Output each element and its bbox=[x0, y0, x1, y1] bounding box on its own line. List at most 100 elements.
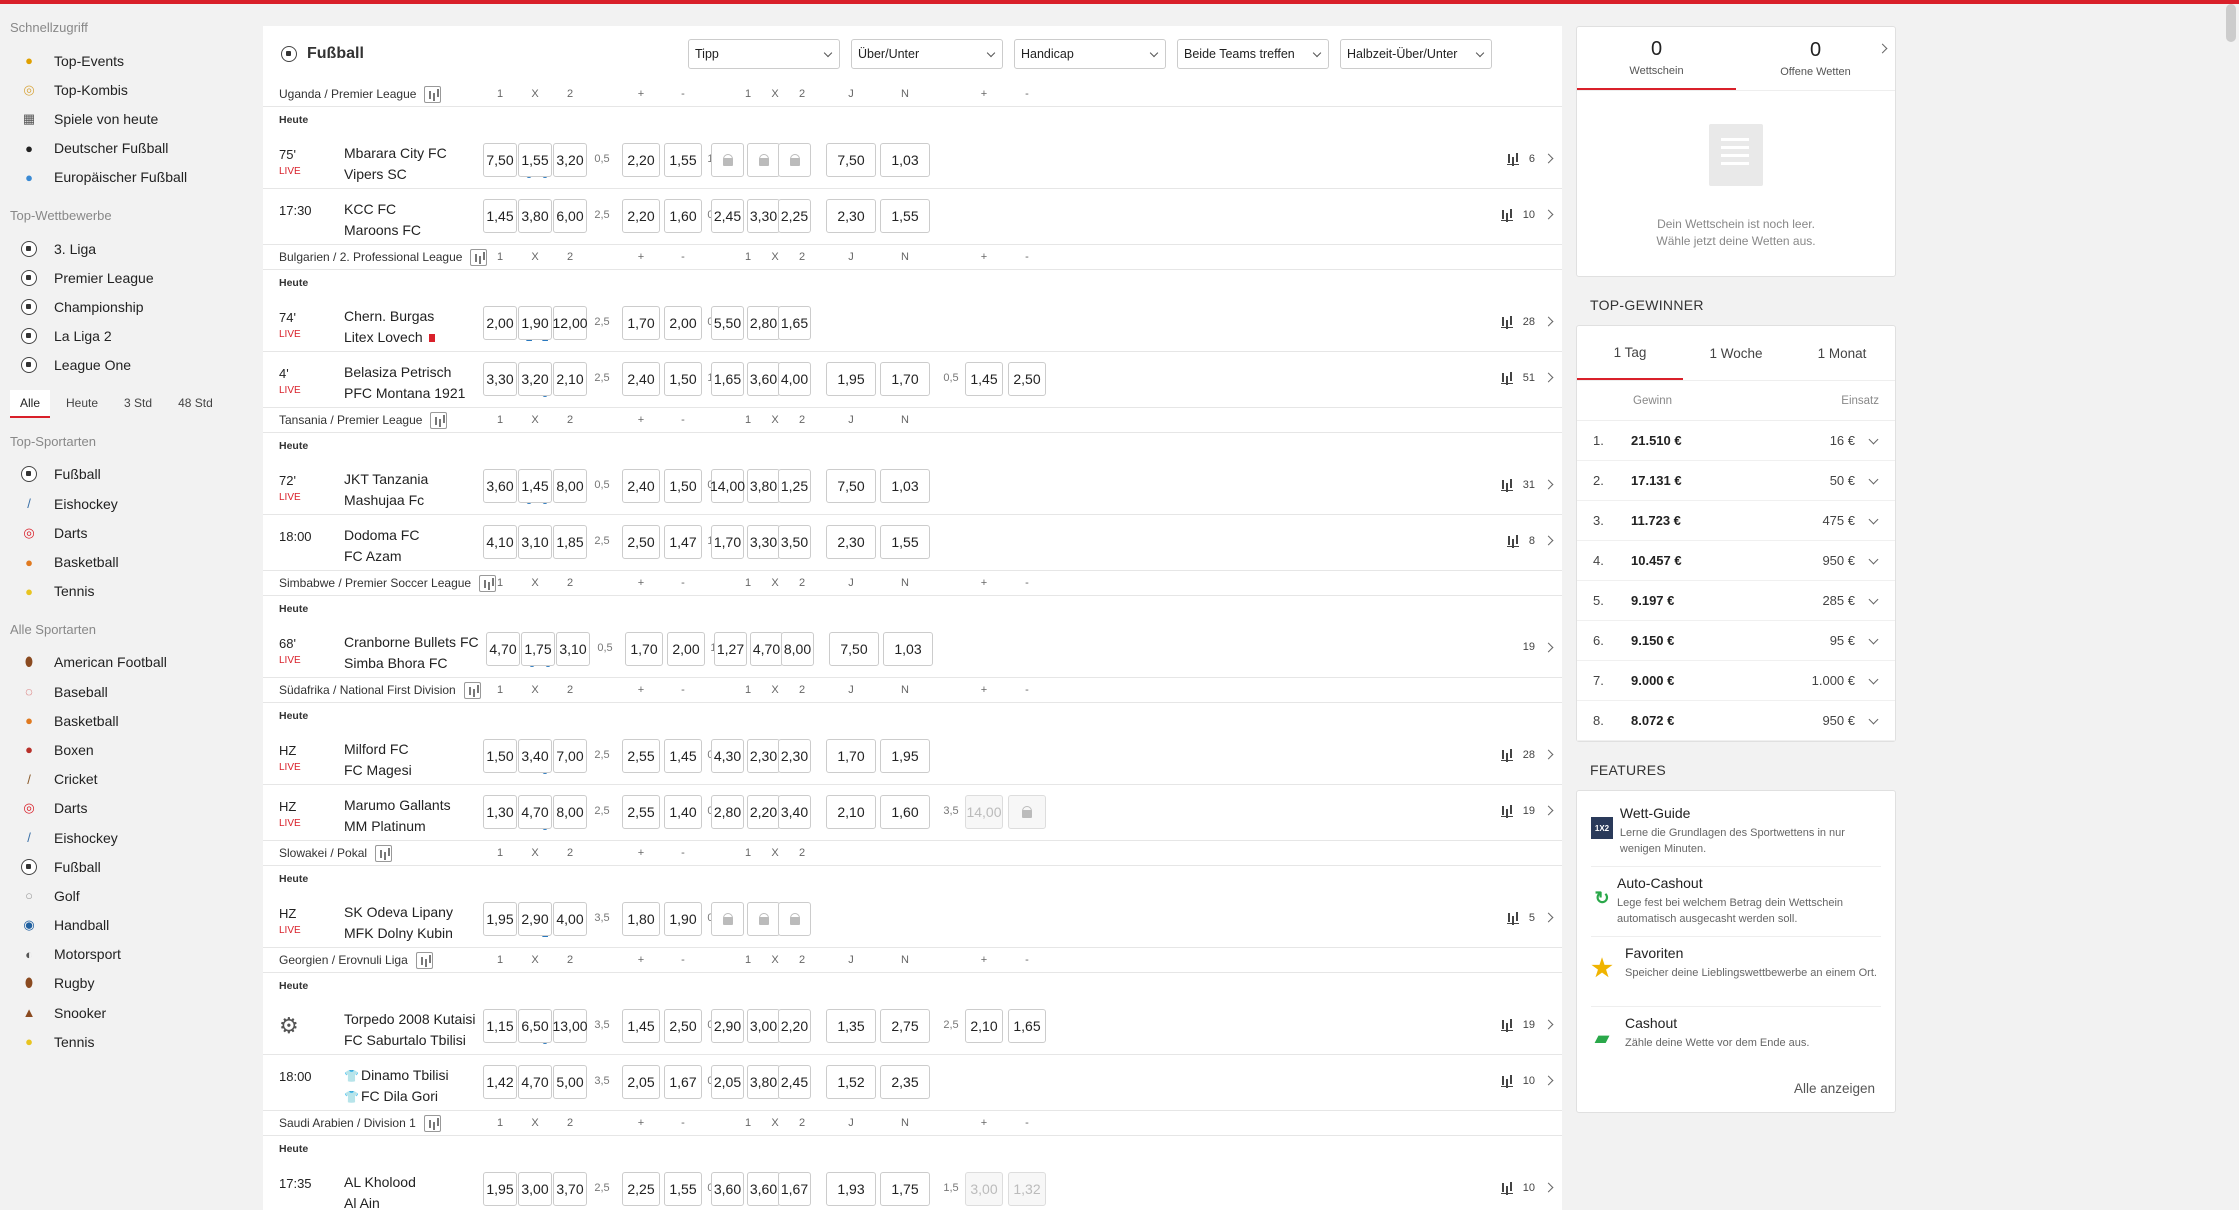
odd-button-ht-over-under[interactable]: 1,65 bbox=[1008, 1009, 1046, 1043]
odd-button-tipp[interactable]: 3,80 bbox=[518, 199, 552, 233]
top-winner-row[interactable]: 5. 9.197 € 285 € bbox=[1577, 581, 1895, 621]
odd-button-btts[interactable]: 1,60 bbox=[880, 795, 930, 829]
odd-button-tipp[interactable]: 6,00 bbox=[553, 199, 587, 233]
odd-button-handicap[interactable]: 2,90 bbox=[711, 1009, 744, 1043]
match-row[interactable]: 17:30 KCC FC Maroons FC 1,45 3,80 6,00 2,5 2,20… bbox=[263, 189, 1562, 245]
statistics-icon[interactable] bbox=[375, 844, 393, 862]
odd-button-handicap[interactable]: 4,00 bbox=[778, 362, 811, 396]
odd-button-over-under[interactable]: 1,50 bbox=[664, 469, 702, 503]
home-team[interactable]: 👕 Dinamo Tbilisi bbox=[344, 1067, 449, 1083]
odd-button-btts[interactable]: 1,03 bbox=[880, 143, 930, 177]
match-row[interactable]: HZLIVESK Odeva LipanyMFK Dolny Kubin111,… bbox=[263, 892, 1562, 948]
more-markets-button[interactable]: 51 bbox=[1500, 371, 1554, 384]
odd-button-over-under[interactable]: 2,00 bbox=[664, 306, 702, 340]
more-markets-button[interactable]: 19 bbox=[1523, 641, 1554, 653]
home-team[interactable]: SK Odeva Lipany bbox=[344, 904, 453, 920]
home-team[interactable]: Marumo Gallants bbox=[344, 797, 451, 813]
match-row[interactable]: 75'LIVEMbarara City FCVipers SC00007,501… bbox=[263, 133, 1562, 189]
sidebar-item-quick[interactable]: ● Top-Events bbox=[10, 46, 240, 75]
odd-button-btts[interactable]: 7,50 bbox=[826, 469, 876, 503]
league-header[interactable]: Südafrika / National First Division 1 X 2 + -… bbox=[263, 678, 1562, 703]
odd-button-tipp[interactable]: 12,00 bbox=[552, 306, 588, 340]
more-markets-button[interactable]: 31 bbox=[1500, 478, 1554, 491]
sidebar-item-quick[interactable]: ◎ Top-Kombis bbox=[10, 75, 240, 104]
odd-button-over-under[interactable]: 2,25 bbox=[622, 1172, 660, 1206]
odd-button-tipp[interactable]: 1,45 bbox=[518, 469, 552, 503]
statistics-icon[interactable] bbox=[430, 411, 448, 429]
odd-button-handicap[interactable]: 2,20 bbox=[778, 1009, 811, 1043]
odd-button-tipp[interactable]: 2,90 bbox=[518, 902, 552, 936]
odd-button-tipp[interactable]: 3,70 bbox=[553, 1172, 587, 1206]
league-header[interactable]: Slowakei / Pokal 1 X 2 + - 1 X 2 bbox=[263, 841, 1562, 866]
match-row[interactable]: 18:00 Dodoma FC FC Azam 4,10 3,10 1,85 2,5 2,50… bbox=[263, 515, 1562, 571]
top-winner-row[interactable]: 3. 11.723 € 475 € bbox=[1577, 501, 1895, 541]
odd-button-over-under[interactable]: 1,80 bbox=[622, 902, 660, 936]
odd-button-tipp[interactable]: 4,70 bbox=[486, 632, 520, 666]
odd-button-handicap[interactable]: 1,67 bbox=[778, 1172, 811, 1206]
odd-button-tipp[interactable]: 7,00 bbox=[553, 739, 587, 773]
odd-button-tipp[interactable]: 3,00 bbox=[518, 1172, 552, 1206]
odd-button-tipp[interactable]: 4,70 bbox=[518, 795, 552, 829]
odd-button-over-under[interactable]: 2,20 bbox=[622, 143, 660, 177]
odd-button-tipp[interactable]: 7,50 bbox=[483, 143, 517, 177]
match-row[interactable]: 74'LIVEChern. BurgasLitex Lovech11112,00… bbox=[263, 296, 1562, 352]
odd-button-over-under[interactable]: 1,90 bbox=[664, 902, 702, 936]
odd-button-handicap[interactable]: 2,80 bbox=[747, 306, 780, 340]
filter-tab[interactable]: 3 Std bbox=[114, 390, 162, 418]
away-team[interactable]: Mashujaa Fc bbox=[344, 492, 424, 508]
odd-button-handicap[interactable]: 1,27 bbox=[714, 632, 747, 666]
more-markets-button[interactable]: 19 bbox=[1500, 804, 1554, 817]
away-team[interactable]: Simba Bhora FC bbox=[344, 655, 447, 671]
odd-button-over-under[interactable]: 2,55 bbox=[622, 739, 660, 773]
odd-button-tipp[interactable]: 1,42 bbox=[483, 1065, 517, 1099]
more-markets-button[interactable]: 10 bbox=[1500, 1181, 1554, 1194]
odd-button-tipp[interactable]: 1,45 bbox=[483, 199, 517, 233]
filter-tab[interactable]: Alle bbox=[10, 389, 51, 418]
home-team[interactable]: Torpedo 2008 Kutaisi bbox=[344, 1011, 476, 1027]
home-team[interactable]: Belasiza Petrisch bbox=[344, 364, 451, 380]
odd-button-handicap[interactable]: 14,00 bbox=[710, 469, 745, 503]
odd-button-tipp[interactable]: 1,95 bbox=[483, 1172, 517, 1206]
home-team[interactable]: Dodoma FC bbox=[344, 527, 419, 543]
odd-button-tipp[interactable]: 2,00 bbox=[483, 306, 517, 340]
league-header[interactable]: Saudi Arabien / Division 1 1 X 2 + - 1 X 2 J N + - bbox=[263, 1111, 1562, 1136]
odd-button-btts[interactable]: 1,93 bbox=[826, 1172, 876, 1206]
league-header[interactable]: Tansania / Premier League 1 X 2 + - 1 X 2 J N bbox=[263, 408, 1562, 433]
odd-button-btts[interactable]: 7,50 bbox=[826, 143, 876, 177]
sidebar-item-sport[interactable]: ◐ Motorsport bbox=[10, 940, 240, 969]
odd-button-handicap[interactable]: 4,70 bbox=[750, 632, 783, 666]
odd-button-btts[interactable]: 1,70 bbox=[826, 739, 876, 773]
odd-button-tipp[interactable]: 6,50 bbox=[518, 1009, 552, 1043]
filter-tab[interactable]: Heute bbox=[56, 390, 108, 418]
match-row[interactable]: 68' LIVE Cranborne Bullets FC Simba Bhora F… bbox=[263, 622, 1562, 678]
filter-tab[interactable]: 48 Std bbox=[168, 390, 223, 418]
odd-button-handicap[interactable]: 8,00 bbox=[781, 632, 814, 666]
home-team[interactable]: AL Kholood bbox=[344, 1174, 416, 1190]
odd-button-ht-over-under[interactable]: 2,50 bbox=[1008, 362, 1046, 396]
odd-button-tipp[interactable]: 4,10 bbox=[483, 525, 517, 559]
sidebar-item-sport[interactable]: ⬮ Rugby bbox=[10, 969, 240, 998]
odd-button-handicap[interactable]: 3,80 bbox=[747, 1065, 780, 1099]
odd-button-tipp[interactable]: 8,00 bbox=[553, 469, 587, 503]
odd-button-btts[interactable]: 1,35 bbox=[826, 1009, 876, 1043]
feature-item[interactable]: ▰ Cashout Zähle deine Wette vor dem Ende a… bbox=[1591, 1007, 1881, 1077]
tab-betslip[interactable]: 0 Wettschein bbox=[1577, 27, 1736, 90]
feature-item[interactable]: ↻ Auto-Cashout Lege fest bei welchem Betra… bbox=[1591, 867, 1881, 937]
home-team[interactable]: Chern. Burgas bbox=[344, 308, 434, 324]
odd-button-handicap[interactable]: 3,30 bbox=[747, 525, 780, 559]
market-select-tipp[interactable]: Tipp bbox=[688, 39, 840, 69]
away-team[interactable]: Al Ain bbox=[344, 1195, 380, 1210]
more-markets-button[interactable]: 6 bbox=[1506, 152, 1554, 165]
odd-button-over-under[interactable]: 2,50 bbox=[622, 525, 660, 559]
away-team[interactable]: FC Azam bbox=[344, 548, 402, 564]
odd-button-tipp[interactable]: 1,85 bbox=[553, 525, 587, 559]
tab-1-day[interactable]: 1 Tag bbox=[1577, 326, 1683, 380]
odd-button-tipp[interactable]: 3,60 bbox=[483, 469, 517, 503]
odd-button-tipp[interactable]: 8,00 bbox=[553, 795, 587, 829]
tab-open-bets[interactable]: 0 Offene Wetten bbox=[1736, 27, 1895, 90]
odd-button-btts[interactable]: 1,03 bbox=[880, 469, 930, 503]
odd-button-handicap[interactable]: 2,30 bbox=[747, 739, 780, 773]
odd-button-handicap[interactable]: 1,65 bbox=[711, 362, 744, 396]
odd-button-handicap[interactable]: 3,30 bbox=[747, 199, 780, 233]
home-team[interactable]: JKT Tanzania bbox=[344, 471, 428, 487]
